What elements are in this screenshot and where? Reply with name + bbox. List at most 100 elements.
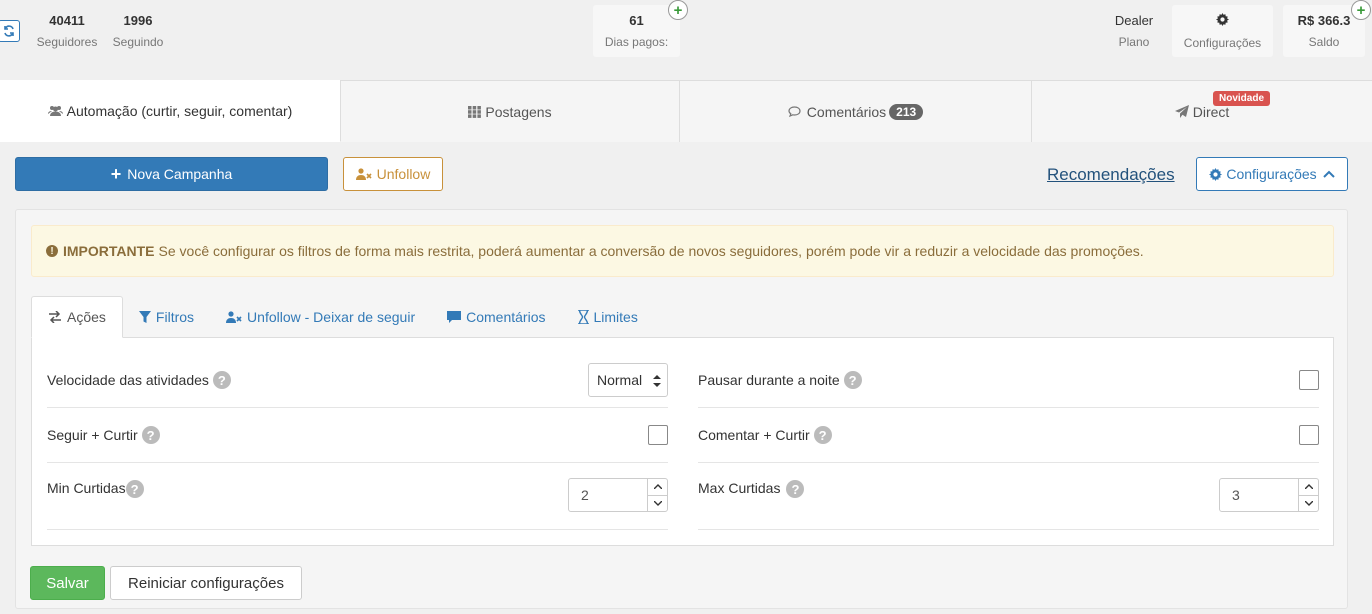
balance-label: Saldo (1308, 35, 1340, 49)
comment-like-label: Comentar + Curtir (698, 427, 810, 443)
subtab-acoes[interactable]: Ações (31, 296, 123, 338)
settings-toggle-button[interactable]: Configurações (1196, 157, 1348, 191)
add-balance-button[interactable]: + (1351, 0, 1371, 20)
help-icon[interactable]: ? (843, 371, 862, 389)
settings-label: Configurações (1183, 36, 1262, 50)
field-comment-like: Comentar + Curtir ? (698, 408, 1319, 463)
speed-select[interactable]: Normal (588, 363, 668, 397)
user-times-icon (355, 168, 372, 180)
increment-button[interactable] (1299, 479, 1318, 496)
subtab-filtros-label: Filtros (155, 309, 195, 325)
sort-icon (653, 374, 661, 388)
refresh-button[interactable] (0, 20, 20, 42)
settings-subtabs: Ações Filtros Unfollow - Deixar de segui… (31, 296, 654, 338)
stat-followers: 40411 Seguidores (34, 13, 100, 50)
paper-plane-icon (1174, 105, 1189, 118)
min-likes-label: Min Curtidas (47, 480, 126, 496)
grid-icon (468, 105, 482, 118)
field-follow-like: Seguir + Curtir ? (47, 408, 668, 463)
user-times-icon (226, 311, 242, 323)
stat-paid-days: 61 Dias pagos: (593, 5, 680, 57)
comments-count-badge: 213 (889, 103, 924, 120)
min-likes-spinner (647, 479, 667, 511)
subtab-filtros[interactable]: Filtros (123, 296, 210, 338)
recommendations-link[interactable]: Recomendações (1047, 165, 1175, 185)
tab-automacao[interactable]: Automação (curtir, seguir, comentar) (0, 80, 341, 142)
help-icon[interactable]: ? (125, 480, 144, 498)
tab-direct[interactable]: Direct Novidade (1032, 80, 1372, 142)
comment-icon (447, 311, 462, 323)
stat-plan: Dealer Plano (1108, 13, 1160, 50)
plan-value: Dealer (1114, 13, 1154, 28)
main-tabs: Automação (curtir, seguir, comentar) Pos… (0, 80, 1372, 142)
field-min-likes: Min Curtidas ? 2 (47, 463, 668, 530)
follow-like-label: Seguir + Curtir (47, 427, 138, 443)
plus-icon: + (110, 164, 122, 184)
acoes-pane: Velocidade das atividades ? Normal Pausa… (31, 337, 1334, 546)
new-campaign-button[interactable]: + Nova Campanha (15, 157, 328, 191)
subtab-unfollow-label: Unfollow - Deixar de seguir (247, 309, 416, 325)
hourglass-icon (577, 310, 589, 324)
subtab-unfollow[interactable]: Unfollow - Deixar de seguir (210, 296, 431, 338)
important-alert: ! IMPORTANTE Se você configurar os filtr… (31, 225, 1334, 277)
comments-icon (788, 105, 803, 118)
subtab-comentarios[interactable]: Comentários (431, 296, 561, 338)
help-icon[interactable]: ? (813, 426, 832, 444)
increment-button[interactable] (648, 479, 667, 496)
plan-label: Plano (1118, 35, 1150, 49)
pause-night-label: Pausar durante a noite (698, 372, 840, 388)
chevron-up-icon (1322, 170, 1335, 178)
field-pause-night: Pausar durante a noite ? (698, 353, 1319, 408)
min-likes-value: 2 (581, 487, 589, 503)
plus-icon: + (673, 1, 683, 19)
subtab-acoes-label: Ações (67, 309, 106, 325)
new-campaign-label: Nova Campanha (127, 166, 233, 182)
settings-panel: ! IMPORTANTE Se você configurar os filtr… (15, 209, 1348, 609)
plus-icon: + (1356, 1, 1366, 19)
subtab-comentarios-label: Comentários (466, 309, 546, 325)
tab-comentarios[interactable]: Comentários 213 (680, 80, 1032, 142)
help-icon[interactable]: ? (786, 480, 805, 498)
min-likes-input[interactable]: 2 (568, 478, 668, 512)
help-icon[interactable]: ? (212, 371, 231, 389)
followers-count: 40411 (49, 13, 85, 28)
help-icon[interactable]: ? (141, 426, 160, 444)
settings-stat-button[interactable]: Configurações (1172, 5, 1273, 57)
max-likes-label: Max Curtidas (698, 480, 781, 496)
filter-icon (138, 310, 151, 324)
unfollow-button[interactable]: Unfollow (343, 157, 443, 191)
chevron-up-icon (1304, 484, 1313, 490)
stat-following: 1996 Seguindo (110, 13, 166, 50)
save-button[interactable]: Salvar (30, 566, 105, 600)
tab-postagens[interactable]: Postagens (341, 80, 680, 142)
paid-days-label: Dias pagos: (604, 35, 669, 49)
alert-strong: IMPORTANTE (63, 243, 155, 259)
max-likes-spinner (1298, 479, 1318, 511)
subtab-limites[interactable]: Limites (562, 296, 654, 338)
gear-icon (1172, 13, 1273, 30)
following-count: 1996 (123, 13, 153, 28)
tab-comentarios-label: Comentários (806, 103, 887, 120)
decrement-button[interactable] (648, 496, 667, 512)
users-icon (47, 105, 63, 117)
follow-like-checkbox[interactable] (648, 425, 668, 445)
reset-settings-button[interactable]: Reiniciar configurações (110, 566, 302, 600)
settings-toggle-label: Configurações (1226, 166, 1317, 182)
max-likes-input[interactable]: 3 (1219, 478, 1319, 512)
alert-text: Se você configurar os filtros de forma m… (158, 243, 1144, 259)
chevron-down-icon (1304, 500, 1313, 506)
new-badge: Novidade (1213, 91, 1271, 106)
exchange-icon (48, 311, 62, 323)
field-speed: Velocidade das atividades ? Normal (47, 353, 668, 408)
decrement-button[interactable] (1299, 496, 1318, 512)
speed-select-value: Normal (597, 372, 643, 388)
field-max-likes: Max Curtidas ? 3 (698, 463, 1319, 530)
speed-label: Velocidade das atividades (47, 372, 209, 388)
max-likes-value: 3 (1232, 487, 1240, 503)
gear-icon (1209, 167, 1223, 181)
comment-like-checkbox[interactable] (1299, 425, 1319, 445)
exclamation-circle-icon: ! (46, 245, 58, 257)
chevron-down-icon (653, 500, 662, 506)
add-days-button[interactable]: + (668, 0, 688, 20)
pause-night-checkbox[interactable] (1299, 370, 1319, 390)
